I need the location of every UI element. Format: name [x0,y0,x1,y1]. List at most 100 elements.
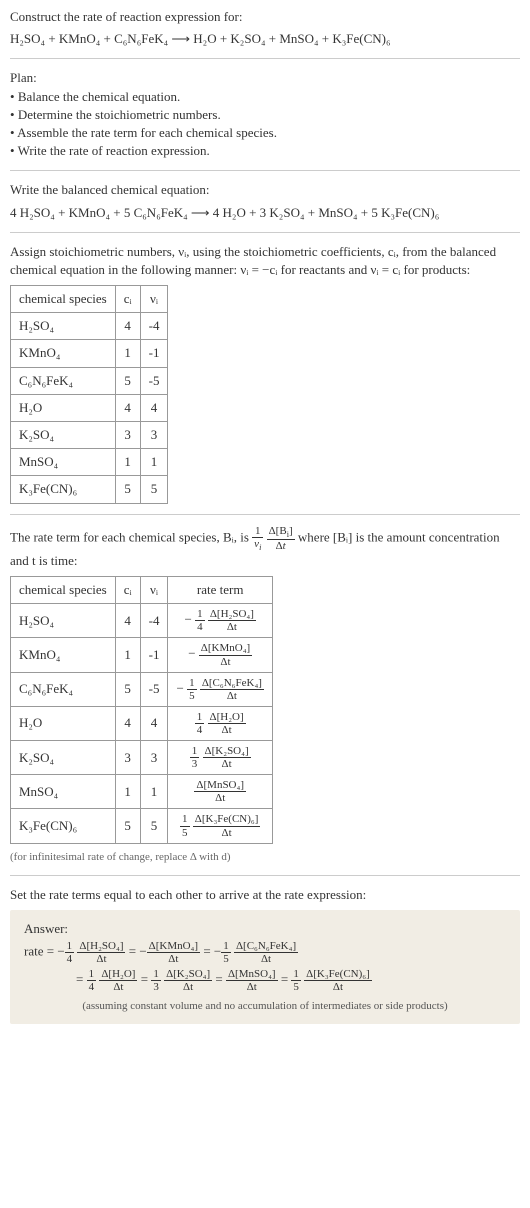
table-header: cᵢ [115,577,140,604]
table-row: K₃Fe(CN)₆5515 Δ[K₃Fe(CN)₆]Δt [11,809,273,843]
final-section: Set the rate terms equal to each other t… [10,886,520,1024]
table-cell: -5 [140,367,168,394]
table-cell: 1 [115,775,140,809]
table-header: νᵢ [140,577,168,604]
stoich-table: chemical speciescᵢνᵢH₂SO₄4-4KMnO₄1-1C₆N₆… [10,285,168,504]
table-cell: 1 [115,449,140,476]
table-header: rate term [168,577,272,604]
table-cell: 4 [115,604,140,638]
table-row: K₃Fe(CN)₆55 [11,476,168,503]
rateterm-table: chemical speciescᵢνᵢrate termH₂SO₄4-4− 1… [10,576,273,844]
table-cell: K₃Fe(CN)₆ [11,809,116,843]
table-cell: -5 [140,672,168,706]
table-cell: 14 Δ[H₂O]Δt [168,706,272,740]
answer-box: Answer: rate = −14 Δ[H₂SO₄]Δt = −Δ[KMnO₄… [10,910,520,1024]
table-cell: MnSO₄ [11,449,116,476]
table-row: H₂SO₄4-4− 14 Δ[H₂SO₄]Δt [11,604,273,638]
plan-list: Balance the chemical equation.Determine … [10,88,520,161]
plan-item: Determine the stoichiometric numbers. [10,106,520,124]
assign-section: Assign stoichiometric numbers, νᵢ, using… [10,243,520,504]
rate-line-2: = 14 Δ[H₂O]Δt = 13 Δ[K₂SO₄]Δt = Δ[MnSO₄]… [76,968,506,993]
table-cell: 1 [140,775,168,809]
table-cell: 3 [140,741,168,775]
table-cell: H₂O [11,706,116,740]
table-cell: Δ[MnSO₄]Δt [168,775,272,809]
table-row: H₂O4414 Δ[H₂O]Δt [11,706,273,740]
table-cell: − Δ[KMnO₄]Δt [168,638,272,672]
assign-text: Assign stoichiometric numbers, νᵢ, using… [10,243,520,279]
prompt-equation: H₂SO₄ + KMnO₄ + C₆N₆FeK₄ ⟶ H₂O + K₂SO₄ +… [10,30,520,48]
table-row: KMnO₄1-1 [11,340,168,367]
rateterm-text-pre: The rate term for each chemical species,… [10,529,252,544]
table-cell: H₂SO₄ [11,604,116,638]
answer-note: (assuming constant volume and no accumul… [24,999,506,1014]
divider [10,514,520,515]
table-row: K₂SO₄3313 Δ[K₂SO₄]Δt [11,741,273,775]
table-cell: H₂O [11,394,116,421]
rateterm-formula: 1νi Δ[Bi]Δt [252,529,298,544]
table-cell: KMnO₄ [11,340,116,367]
table-cell: MnSO₄ [11,775,116,809]
balanced-section: Write the balanced chemical equation: 4 … [10,181,520,221]
table-cell: 1 [140,449,168,476]
table-cell: − 14 Δ[H₂SO₄]Δt [168,604,272,638]
plan-section: Plan: Balance the chemical equation.Dete… [10,69,520,160]
table-cell: C₆N₆FeK₄ [11,672,116,706]
table-cell: -4 [140,604,168,638]
table-cell: H₂SO₄ [11,313,116,340]
divider [10,58,520,59]
prompt-intro: Construct the rate of reaction expressio… [10,8,520,26]
rateterm-note: (for infinitesimal rate of change, repla… [10,850,520,865]
final-title: Set the rate terms equal to each other t… [10,886,520,904]
divider [10,170,520,171]
table-row: MnSO₄11 [11,449,168,476]
table-header: cᵢ [115,286,140,313]
plan-item: Balance the chemical equation. [10,88,520,106]
table-cell: 1 [115,638,140,672]
table-cell: K₂SO₄ [11,741,116,775]
table-cell: 3 [115,741,140,775]
table-cell: 15 Δ[K₃Fe(CN)₆]Δt [168,809,272,843]
table-cell: K₃Fe(CN)₆ [11,476,116,503]
table-cell: 1 [115,340,140,367]
table-row: KMnO₄1-1− Δ[KMnO₄]Δt [11,638,273,672]
plan-title: Plan: [10,69,520,87]
table-cell: 3 [115,422,140,449]
table-cell: 13 Δ[K₂SO₄]Δt [168,741,272,775]
balanced-equation: 4 H₂SO₄ + KMnO₄ + 5 C₆N₆FeK₄ ⟶ 4 H₂O + 3… [10,204,520,222]
table-row: H₂O44 [11,394,168,421]
table-row: C₆N₆FeK₄5-5− 15 Δ[C₆N₆FeK₄]Δt [11,672,273,706]
table-cell: 4 [140,706,168,740]
table-cell: − 15 Δ[C₆N₆FeK₄]Δt [168,672,272,706]
table-cell: 4 [115,394,140,421]
prompt-section: Construct the rate of reaction expressio… [10,8,520,48]
table-cell: 5 [140,476,168,503]
table-header: chemical species [11,577,116,604]
table-header: νᵢ [140,286,168,313]
table-cell: 4 [115,706,140,740]
table-cell: -1 [140,638,168,672]
table-cell: 5 [115,367,140,394]
divider [10,232,520,233]
divider [10,875,520,876]
table-cell: 5 [115,476,140,503]
table-cell: 5 [115,809,140,843]
answer-label: Answer: [24,920,506,938]
table-cell: 4 [140,394,168,421]
table-row: H₂SO₄4-4 [11,313,168,340]
table-cell: 5 [115,672,140,706]
table-cell: 4 [115,313,140,340]
table-cell: -4 [140,313,168,340]
table-row: K₂SO₄33 [11,422,168,449]
table-cell: 3 [140,422,168,449]
table-cell: KMnO₄ [11,638,116,672]
table-cell: K₂SO₄ [11,422,116,449]
table-cell: -1 [140,340,168,367]
table-cell: 5 [140,809,168,843]
rateterm-section: The rate term for each chemical species,… [10,525,520,865]
table-cell: C₆N₆FeK₄ [11,367,116,394]
table-row: C₆N₆FeK₄5-5 [11,367,168,394]
rate-line-1: rate = −14 Δ[H₂SO₄]Δt = −Δ[KMnO₄]Δt = −1… [24,940,506,965]
plan-item: Assemble the rate term for each chemical… [10,124,520,142]
table-row: MnSO₄11Δ[MnSO₄]Δt [11,775,273,809]
